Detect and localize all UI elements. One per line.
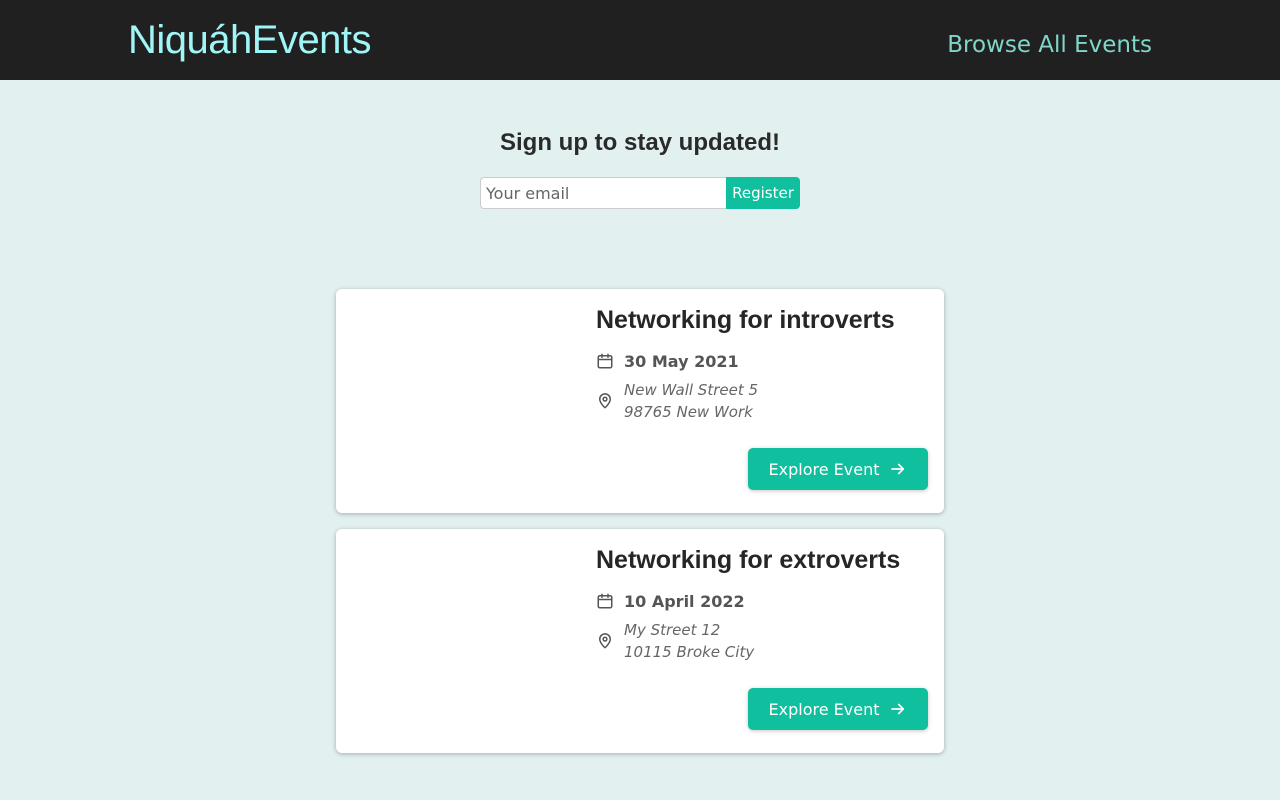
- calendar-icon: [596, 592, 614, 610]
- event-address-street: My Street 12: [624, 621, 721, 639]
- explore-event-button[interactable]: Explore Event: [748, 448, 928, 490]
- event-address-street: New Wall Street 5: [624, 381, 759, 399]
- calendar-icon: [596, 352, 614, 370]
- event-card: Networking for extroverts 10 April 2022 …: [336, 529, 944, 753]
- explore-event-label: Explore Event: [768, 459, 880, 479]
- signup-form: Register: [480, 177, 800, 209]
- event-date-row: 10 April 2022: [596, 589, 745, 613]
- register-button[interactable]: Register: [726, 177, 800, 209]
- event-image: [336, 289, 576, 513]
- event-address: New Wall Street 5 98765 New Work: [624, 379, 758, 423]
- location-pin-icon: [596, 392, 614, 410]
- event-address-city: 10115 Broke City: [624, 643, 755, 661]
- browse-all-events-link[interactable]: Browse All Events: [947, 29, 1152, 61]
- event-address-row: New Wall Street 5 98765 New Work: [596, 379, 758, 423]
- event-card: Networking for introverts 30 May 2021 Ne…: [336, 289, 944, 513]
- event-title: Networking for introverts: [596, 306, 895, 334]
- site-logo[interactable]: NiquáhEvents: [128, 14, 372, 66]
- top-header: NiquáhEvents Browse All Events: [0, 0, 1280, 80]
- arrow-right-icon: [889, 700, 907, 718]
- explore-event-button[interactable]: Explore Event: [748, 688, 928, 730]
- event-image: [336, 529, 576, 753]
- signup-title: Sign up to stay updated!: [500, 129, 780, 156]
- location-pin-icon: [596, 632, 614, 650]
- event-address-city: 98765 New Work: [624, 403, 753, 421]
- event-address: My Street 12 10115 Broke City: [624, 619, 754, 663]
- email-input[interactable]: [480, 177, 726, 209]
- arrow-right-icon: [889, 460, 907, 478]
- event-address-row: My Street 12 10115 Broke City: [596, 619, 754, 663]
- event-date: 10 April 2022: [624, 591, 745, 611]
- event-title: Networking for extroverts: [596, 546, 901, 574]
- explore-event-label: Explore Event: [768, 699, 880, 719]
- event-date: 30 May 2021: [624, 351, 739, 371]
- event-date-row: 30 May 2021: [596, 349, 739, 373]
